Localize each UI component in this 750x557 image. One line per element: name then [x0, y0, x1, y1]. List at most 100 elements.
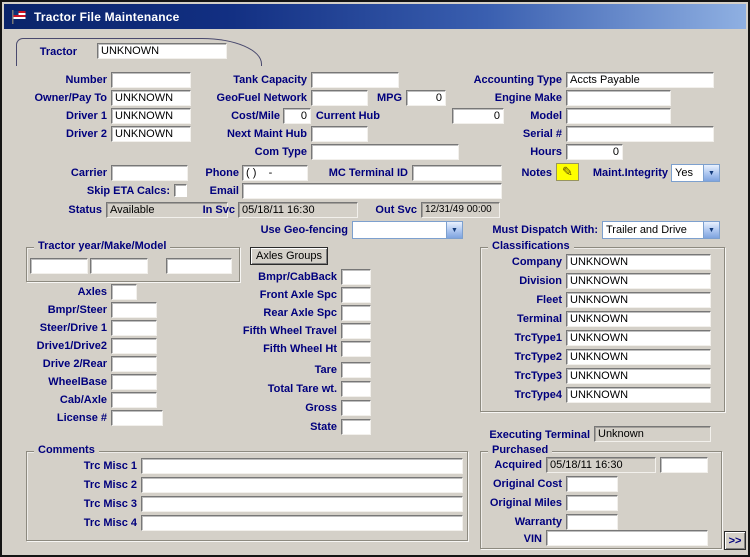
- trc-misc1-field[interactable]: [141, 458, 463, 474]
- total-tare-wt-field[interactable]: [341, 381, 371, 397]
- trc-misc4-label: Trc Misc 4: [37, 517, 137, 529]
- warranty-label: Warranty: [442, 516, 562, 528]
- trctype1-field[interactable]: UNKNOWN: [566, 330, 711, 346]
- carrier-label: Carrier: [7, 167, 107, 179]
- hours-field[interactable]: 0: [566, 144, 623, 160]
- status-label: Status: [37, 204, 102, 216]
- trctype4-field[interactable]: UNKNOWN: [566, 387, 711, 403]
- chevron-down-icon[interactable]: ▼: [446, 222, 462, 238]
- driver1-field[interactable]: UNKNOWN: [111, 108, 191, 124]
- fifth-wheel-ht-field[interactable]: [341, 341, 371, 357]
- tractor-id-field[interactable]: UNKNOWN: [97, 43, 227, 59]
- tractor-make-field[interactable]: [90, 258, 148, 274]
- wheelbase-label: WheelBase: [7, 376, 107, 388]
- next-maint-hub-label: Next Maint Hub: [187, 128, 307, 140]
- geofuel-network-field[interactable]: [311, 90, 368, 106]
- acquired-extra-field[interactable]: [660, 457, 708, 473]
- window-title: Tractor File Maintenance: [34, 10, 180, 24]
- fifth-wheel-travel-label: Fifth Wheel Travel: [217, 325, 337, 337]
- tractor-tab-label: Tractor: [25, 46, 77, 58]
- skip-eta-calcs-label: Skip ETA Calcs:: [47, 185, 170, 197]
- email-label: Email: [187, 185, 239, 197]
- original-cost-label: Original Cost: [442, 478, 562, 490]
- next-maint-hub-field[interactable]: [311, 126, 368, 142]
- division-field[interactable]: UNKNOWN: [566, 273, 711, 289]
- fleet-field[interactable]: UNKNOWN: [566, 292, 711, 308]
- maint-integrity-value: Yes: [672, 165, 703, 181]
- trc-misc4-field[interactable]: [141, 515, 463, 531]
- original-miles-field[interactable]: [566, 495, 618, 511]
- next-page-button[interactable]: >>: [724, 531, 746, 550]
- mpg-field[interactable]: 0: [406, 90, 446, 106]
- gross-field[interactable]: [341, 400, 371, 416]
- notes-label: Notes: [502, 167, 552, 179]
- cab-axle-field[interactable]: [111, 392, 157, 408]
- drive1-drive2-label: Drive1/Drive2: [7, 340, 107, 352]
- bmpr-cabback-label: Bmpr/CabBack: [217, 271, 337, 283]
- serial-number-field[interactable]: [566, 126, 714, 142]
- drive2-rear-field[interactable]: [111, 356, 157, 372]
- engine-make-field[interactable]: [566, 90, 671, 106]
- tractor-year-field[interactable]: [30, 258, 88, 274]
- use-geo-fencing-dropdown[interactable]: ▼: [352, 221, 463, 239]
- company-field[interactable]: UNKNOWN: [566, 254, 711, 270]
- division-label: Division: [442, 275, 562, 287]
- model-field[interactable]: [566, 108, 671, 124]
- gross-label: Gross: [217, 402, 337, 414]
- number-field[interactable]: [111, 72, 191, 88]
- notes-icon[interactable]: ✎: [556, 163, 579, 181]
- axles-field[interactable]: [111, 284, 137, 300]
- maint-integrity-label: Maint.Integrity: [580, 167, 668, 179]
- executing-terminal-label: Executing Terminal: [452, 429, 590, 441]
- hours-label: Hours: [442, 146, 562, 158]
- mc-terminal-id-label: MC Terminal ID: [312, 167, 408, 179]
- bmpr-cabback-field[interactable]: [341, 269, 371, 285]
- bmpr-steer-label: Bmpr/Steer: [7, 304, 107, 316]
- cost-mile-field[interactable]: 0: [283, 108, 311, 124]
- original-miles-label: Original Miles: [442, 497, 562, 509]
- must-dispatch-with-dropdown[interactable]: Trailer and Drive ▼: [602, 221, 720, 239]
- driver2-field[interactable]: UNKNOWN: [111, 126, 191, 142]
- steer-drive1-field[interactable]: [111, 320, 157, 336]
- warranty-field[interactable]: [566, 514, 618, 530]
- out-svc-label: Out Svc: [360, 204, 417, 216]
- chevron-down-icon[interactable]: ▼: [703, 222, 719, 238]
- axles-groups-button[interactable]: Axles Groups: [250, 247, 328, 265]
- trctype2-label: TrcType2: [442, 351, 562, 363]
- drive1-drive2-field[interactable]: [111, 338, 157, 354]
- original-cost-field[interactable]: [566, 476, 618, 492]
- state-field[interactable]: [341, 419, 371, 435]
- driver1-label: Driver 1: [7, 110, 107, 122]
- maint-integrity-dropdown[interactable]: Yes ▼: [671, 164, 720, 182]
- steer-drive1-label: Steer/Drive 1: [7, 322, 107, 334]
- com-type-field[interactable]: [311, 144, 459, 160]
- rear-axle-spc-field[interactable]: [341, 305, 371, 321]
- tab-tractor[interactable]: Tractor UNKNOWN: [16, 38, 262, 66]
- front-axle-spc-field[interactable]: [341, 287, 371, 303]
- trctype4-label: TrcType4: [442, 389, 562, 401]
- terminal-field[interactable]: UNKNOWN: [566, 311, 711, 327]
- trctype2-field[interactable]: UNKNOWN: [566, 349, 711, 365]
- tank-capacity-field[interactable]: [311, 72, 399, 88]
- trc-misc2-field[interactable]: [141, 477, 463, 493]
- vin-field[interactable]: [546, 530, 708, 546]
- bmpr-steer-field[interactable]: [111, 302, 157, 318]
- tractor-file-maintenance-window: Tractor File Maintenance Tractor UNKNOWN…: [0, 0, 750, 557]
- wheelbase-field[interactable]: [111, 374, 157, 390]
- license-number-field[interactable]: [111, 410, 163, 426]
- carrier-field[interactable]: [111, 165, 188, 181]
- email-field[interactable]: [242, 183, 502, 199]
- purchased-group-title: Purchased: [488, 444, 552, 456]
- fleet-label: Fleet: [442, 294, 562, 306]
- accounting-type-field[interactable]: Accts Payable: [566, 72, 714, 88]
- phone-field[interactable]: ( ) -: [242, 165, 308, 181]
- mc-terminal-id-field[interactable]: [412, 165, 502, 181]
- trc-misc3-field[interactable]: [141, 496, 463, 512]
- owner-pay-to-field[interactable]: UNKNOWN: [111, 90, 191, 106]
- trctype3-field[interactable]: UNKNOWN: [566, 368, 711, 384]
- chevron-down-icon[interactable]: ▼: [703, 165, 719, 181]
- fifth-wheel-travel-field[interactable]: [341, 323, 371, 339]
- tare-field[interactable]: [341, 362, 371, 378]
- skip-eta-calcs-checkbox[interactable]: [174, 184, 187, 197]
- comments-group-title: Comments: [34, 444, 99, 456]
